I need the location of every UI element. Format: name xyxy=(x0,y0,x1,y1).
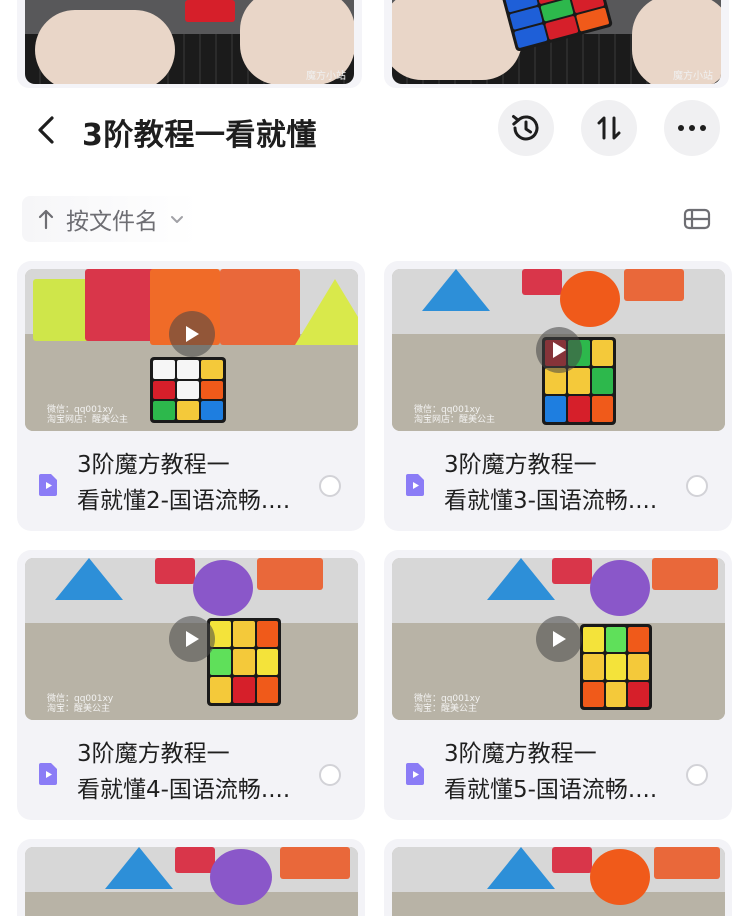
play-icon xyxy=(185,325,199,342)
video-thumbnail[interactable] xyxy=(392,847,725,916)
watermark: 微信：qq001xy 淘宝：醒美公主 xyxy=(414,694,481,714)
video-thumbnail[interactable]: 微信：qq001xy 淘宝：醒美公主 xyxy=(25,558,358,720)
play-button[interactable] xyxy=(168,310,215,357)
watermark: 微信：qq001xy 淘宝网店：醒美公主 xyxy=(414,405,496,425)
file-name: 3阶魔方教程一 看就懂2-国语流畅.... xyxy=(77,452,291,514)
play-button[interactable] xyxy=(535,327,582,373)
play-button[interactable] xyxy=(168,616,215,662)
video-card[interactable]: 微信：qq001xy 淘宝：醒美公主 3阶魔方教程一 看就懂4-国语流畅.... xyxy=(17,550,365,820)
video-card-partial[interactable] xyxy=(17,839,365,916)
watermark: 微信：qq001xy 淘宝网店：醒美公主 xyxy=(47,405,129,425)
file-name: 3阶魔方教程一 看就懂3-国语流畅.... xyxy=(444,452,658,514)
video-thumbnail[interactable]: 微信：qq001xy 淘宝网店：醒美公主 xyxy=(25,269,358,431)
video-file-icon xyxy=(39,763,57,785)
select-checkbox[interactable] xyxy=(686,764,708,786)
video-card-partial[interactable] xyxy=(384,839,732,916)
video-card[interactable]: 微信：qq001xy 淘宝网店：醒美公主 3阶魔方教程一 看就懂2-国语流畅...… xyxy=(17,261,365,531)
play-icon xyxy=(552,342,566,358)
video-file-icon xyxy=(406,763,424,785)
file-name: 3阶魔方教程一 看就懂4-国语流畅.... xyxy=(77,741,291,803)
video-file-icon xyxy=(39,474,57,496)
video-thumbnail[interactable] xyxy=(25,847,358,916)
watermark: 微信：qq001xy 淘宝：醒美公主 xyxy=(47,694,114,714)
play-icon xyxy=(552,631,566,647)
play-icon xyxy=(185,631,199,647)
video-card[interactable]: 微信：qq001xy 淘宝网店：醒美公主 3阶魔方教程一 看就懂3-国语流畅...… xyxy=(384,261,732,531)
video-thumbnail[interactable]: 微信：qq001xy 淘宝网店：醒美公主 xyxy=(392,269,725,431)
video-card[interactable]: 微信：qq001xy 淘宝：醒美公主 3阶魔方教程一 看就懂5-国语流畅.... xyxy=(384,550,732,820)
select-checkbox[interactable] xyxy=(319,475,341,497)
file-grid: 微信：qq001xy 淘宝网店：醒美公主 3阶魔方教程一 看就懂2-国语流畅...… xyxy=(0,0,750,916)
video-file-icon xyxy=(406,474,424,496)
play-button[interactable] xyxy=(535,616,582,662)
select-checkbox[interactable] xyxy=(686,475,708,497)
video-thumbnail[interactable]: 微信：qq001xy 淘宝：醒美公主 xyxy=(392,558,725,720)
select-checkbox[interactable] xyxy=(319,764,341,786)
file-name: 3阶魔方教程一 看就懂5-国语流畅.... xyxy=(444,741,658,803)
